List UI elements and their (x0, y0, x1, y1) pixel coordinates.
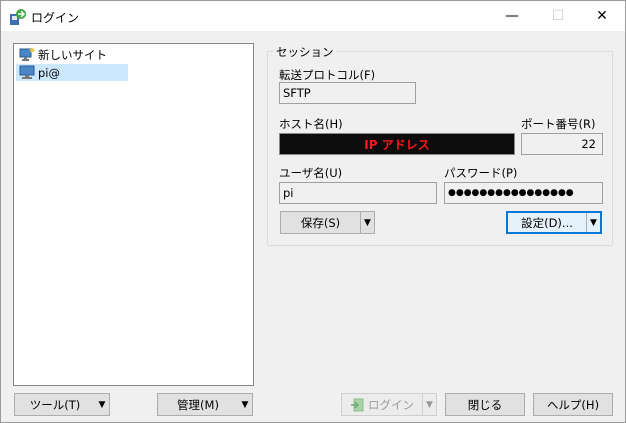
computer-icon (19, 65, 35, 79)
save-dropdown-arrow[interactable]: ▼ (360, 212, 374, 233)
protocol-label: 転送プロトコル(F) (279, 68, 376, 82)
help-button[interactable]: ヘルプ(H) (533, 393, 613, 416)
chevron-down-icon: ▼ (241, 399, 249, 410)
login-dropdown-arrow[interactable]: ▼ (422, 394, 436, 415)
manage-label: 管理(M) (177, 397, 219, 412)
maximize-icon: ☐ (551, 8, 565, 24)
password-value: ●●●●●●●●●●●●●●●● (448, 188, 574, 198)
winscp-app-icon (10, 9, 26, 25)
protocol-select[interactable]: SFTP (279, 82, 416, 104)
manage-button[interactable]: 管理(M) ▼ (157, 393, 253, 416)
chevron-down-icon: ▼ (426, 399, 433, 410)
site-tree[interactable]: 新しいサイト pi@ (13, 43, 254, 386)
port-label: ポート番号(R) (521, 117, 596, 131)
close-dialog-button[interactable]: 閉じる (445, 393, 525, 416)
close-button[interactable]: ✕ (579, 1, 625, 31)
tools-dropdown-arrow[interactable]: ▼ (95, 394, 109, 415)
session-group-label: セッション (274, 44, 336, 60)
settings-label: 設定(D)... (521, 215, 573, 230)
new-site-icon (19, 47, 35, 61)
close-label: 閉じる (467, 397, 503, 412)
settings-dropdown-arrow[interactable]: ▼ (586, 213, 600, 232)
password-input[interactable]: ●●●●●●●●●●●●●●●● (444, 182, 603, 204)
protocol-value: SFTP (283, 86, 311, 100)
maximize-button[interactable]: ☐ (535, 1, 581, 31)
save-button[interactable]: 保存(S) ▼ (280, 211, 375, 234)
login-window: ログイン — ☐ ✕ 新しいサイト pi@ セッション 転送プロトコル(F) S… (0, 0, 626, 423)
save-label: 保存(S) (300, 215, 341, 230)
chevron-down-icon: ▼ (364, 217, 371, 228)
close-icon: ✕ (596, 8, 608, 24)
login-label: ログイン (368, 397, 414, 412)
chevron-down-icon: ▼ (590, 217, 597, 228)
chevron-down-icon: ▼ (98, 399, 106, 410)
tree-item-pi[interactable]: pi@ (16, 64, 128, 81)
tools-button[interactable]: ツール(T) ▼ (14, 393, 110, 416)
tree-item-label: pi@ (38, 65, 60, 80)
minimize-button[interactable]: — (489, 1, 535, 31)
port-input[interactable]: 22 (521, 133, 603, 155)
port-value: 22 (581, 137, 596, 151)
tree-item-label: 新しいサイト (38, 47, 107, 62)
window-title: ログイン (31, 11, 80, 25)
settings-button[interactable]: 設定(D)... ▼ (506, 211, 602, 234)
minimize-icon: — (505, 8, 519, 24)
tree-item-new-site[interactable]: 新しいサイト (16, 46, 107, 63)
user-value: pi (283, 186, 294, 200)
tools-label: ツール(T) (29, 397, 81, 412)
host-value: IP アドレス (364, 138, 430, 152)
host-input[interactable]: IP アドレス (279, 133, 515, 155)
login-icon (351, 398, 364, 411)
user-label: ユーザ名(U) (279, 166, 343, 180)
host-label: ホスト名(H) (279, 117, 343, 131)
login-button[interactable]: ログイン ▼ (341, 393, 437, 416)
title-bar: ログイン — ☐ ✕ (1, 1, 625, 31)
help-label: ヘルプ(H) (546, 397, 600, 412)
password-label: パスワード(P) (444, 166, 518, 180)
manage-dropdown-arrow[interactable]: ▼ (238, 394, 252, 415)
user-input[interactable]: pi (279, 182, 437, 204)
